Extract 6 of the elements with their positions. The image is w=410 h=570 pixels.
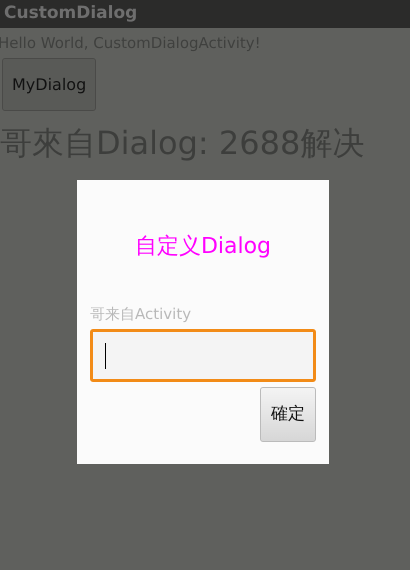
input-field[interactable]	[90, 329, 316, 382]
field-label: 哥来自Activity	[90, 304, 192, 324]
confirm-button[interactable]: 確定	[260, 387, 316, 442]
text-cursor-icon	[105, 342, 106, 368]
dialog-title: 自定义Dialog	[134, 233, 272, 261]
window-title: CustomDialog	[4, 2, 138, 26]
